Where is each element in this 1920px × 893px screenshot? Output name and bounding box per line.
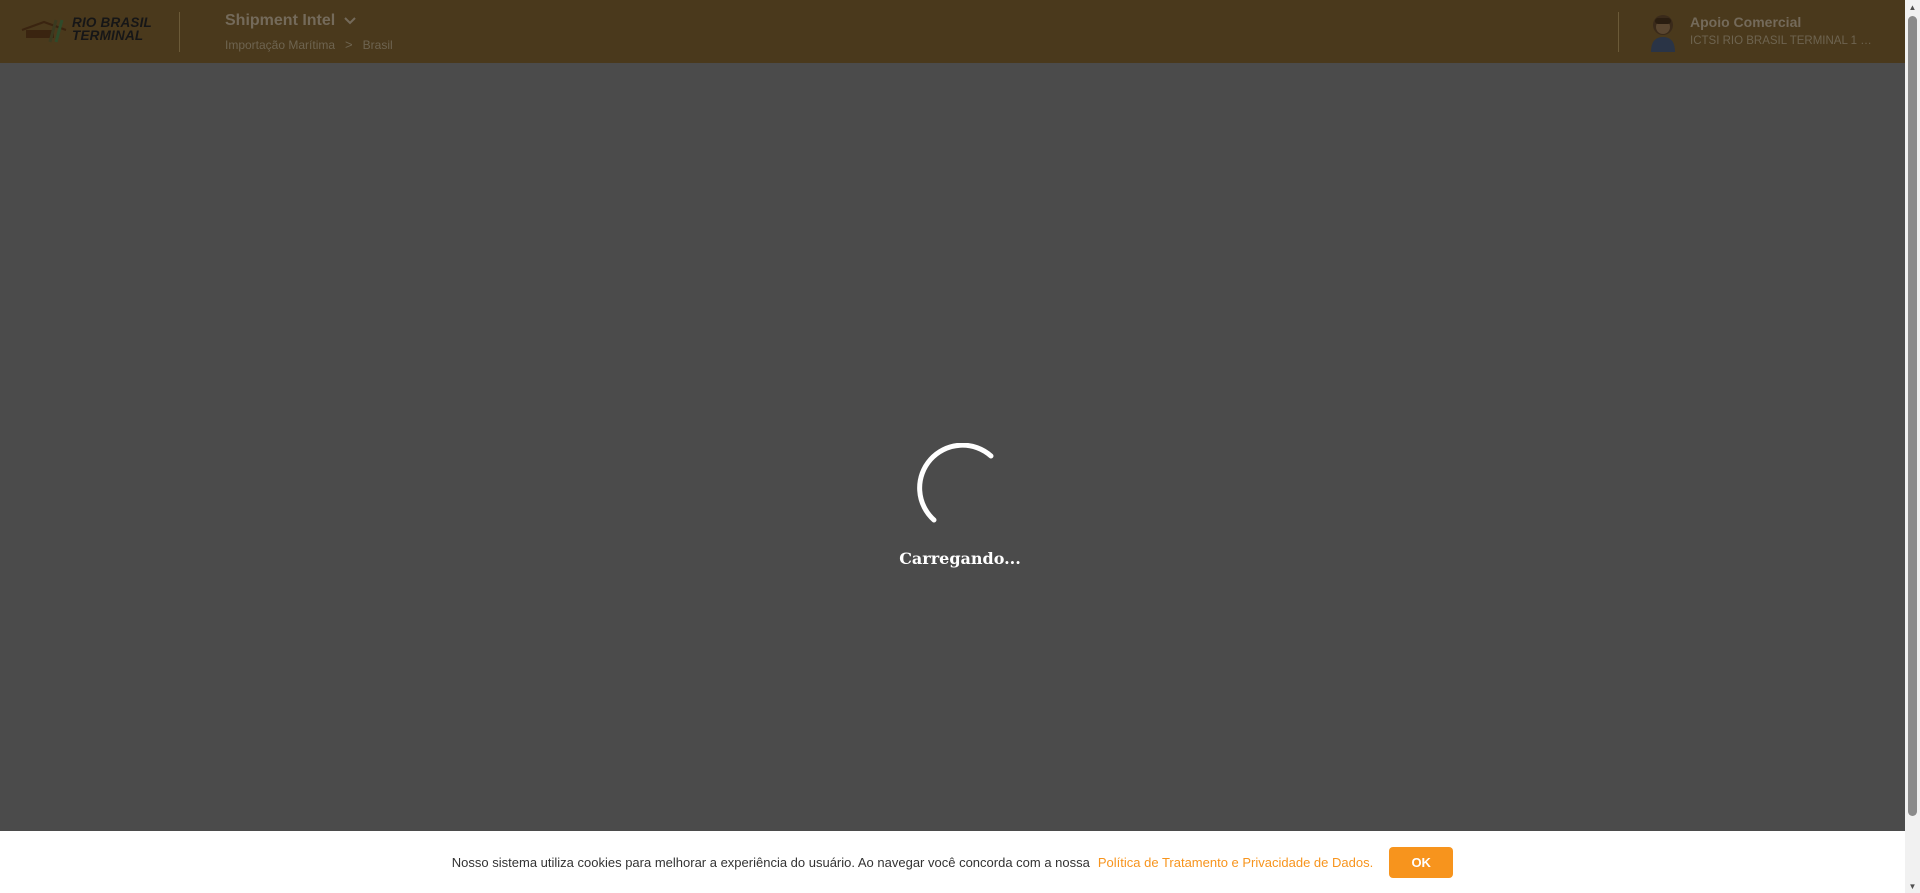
loading-spinner-icon — [917, 443, 994, 523]
cookie-consent-bar: Nosso sistema utiliza cookies para melho… — [0, 831, 1905, 893]
app-title: Shipment Intel — [225, 12, 336, 29]
breadcrumb-item-importacao[interactable]: Importação Marítima — [225, 38, 335, 52]
breadcrumb-item-brasil[interactable]: Brasil — [363, 38, 393, 52]
top-header: RIO BRASIL TERMINAL Shipment Intel Impor… — [0, 0, 1905, 63]
scroll-up-icon[interactable]: ▲ — [1905, 0, 1920, 14]
breadcrumb-separator: > — [345, 37, 353, 52]
cookie-ok-button[interactable]: OK — [1389, 846, 1454, 878]
app-switcher[interactable]: Shipment Intel — [225, 12, 357, 30]
user-company: ICTSI RIO BRASIL TERMINAL 1 S... — [1690, 35, 1875, 47]
company-logo[interactable]: RIO BRASIL TERMINAL — [20, 14, 160, 46]
logo-wordmark: RIO BRASIL TERMINAL — [72, 16, 152, 43]
logo-line-2: TERMINAL — [72, 28, 144, 43]
vertical-scrollbar[interactable]: ▲ ▼ — [1905, 0, 1920, 893]
privacy-policy-link[interactable]: Política de Tratamento e Privacidade de … — [1098, 855, 1373, 870]
header-divider-left — [179, 12, 180, 52]
scroll-down-icon[interactable]: ▼ — [1905, 879, 1920, 893]
loading-text: Carregando... — [899, 549, 1021, 568]
scroll-thumb[interactable] — [1908, 16, 1917, 816]
logo-mark-icon — [21, 19, 67, 43]
cookie-message: Nosso sistema utiliza cookies para melho… — [451, 854, 1090, 870]
header-divider-right — [1618, 12, 1619, 52]
chevron-down-icon — [343, 16, 357, 26]
breadcrumb: Importação Marítima > Brasil — [225, 37, 393, 52]
user-menu[interactable]: Apoio Comercial ICTSI RIO BRASIL TERMINA… — [1648, 12, 1875, 52]
user-avatar-icon — [1648, 12, 1678, 52]
user-name: Apoio Comercial — [1690, 14, 1802, 30]
loading-overlay: Carregando... — [0, 63, 1905, 831]
